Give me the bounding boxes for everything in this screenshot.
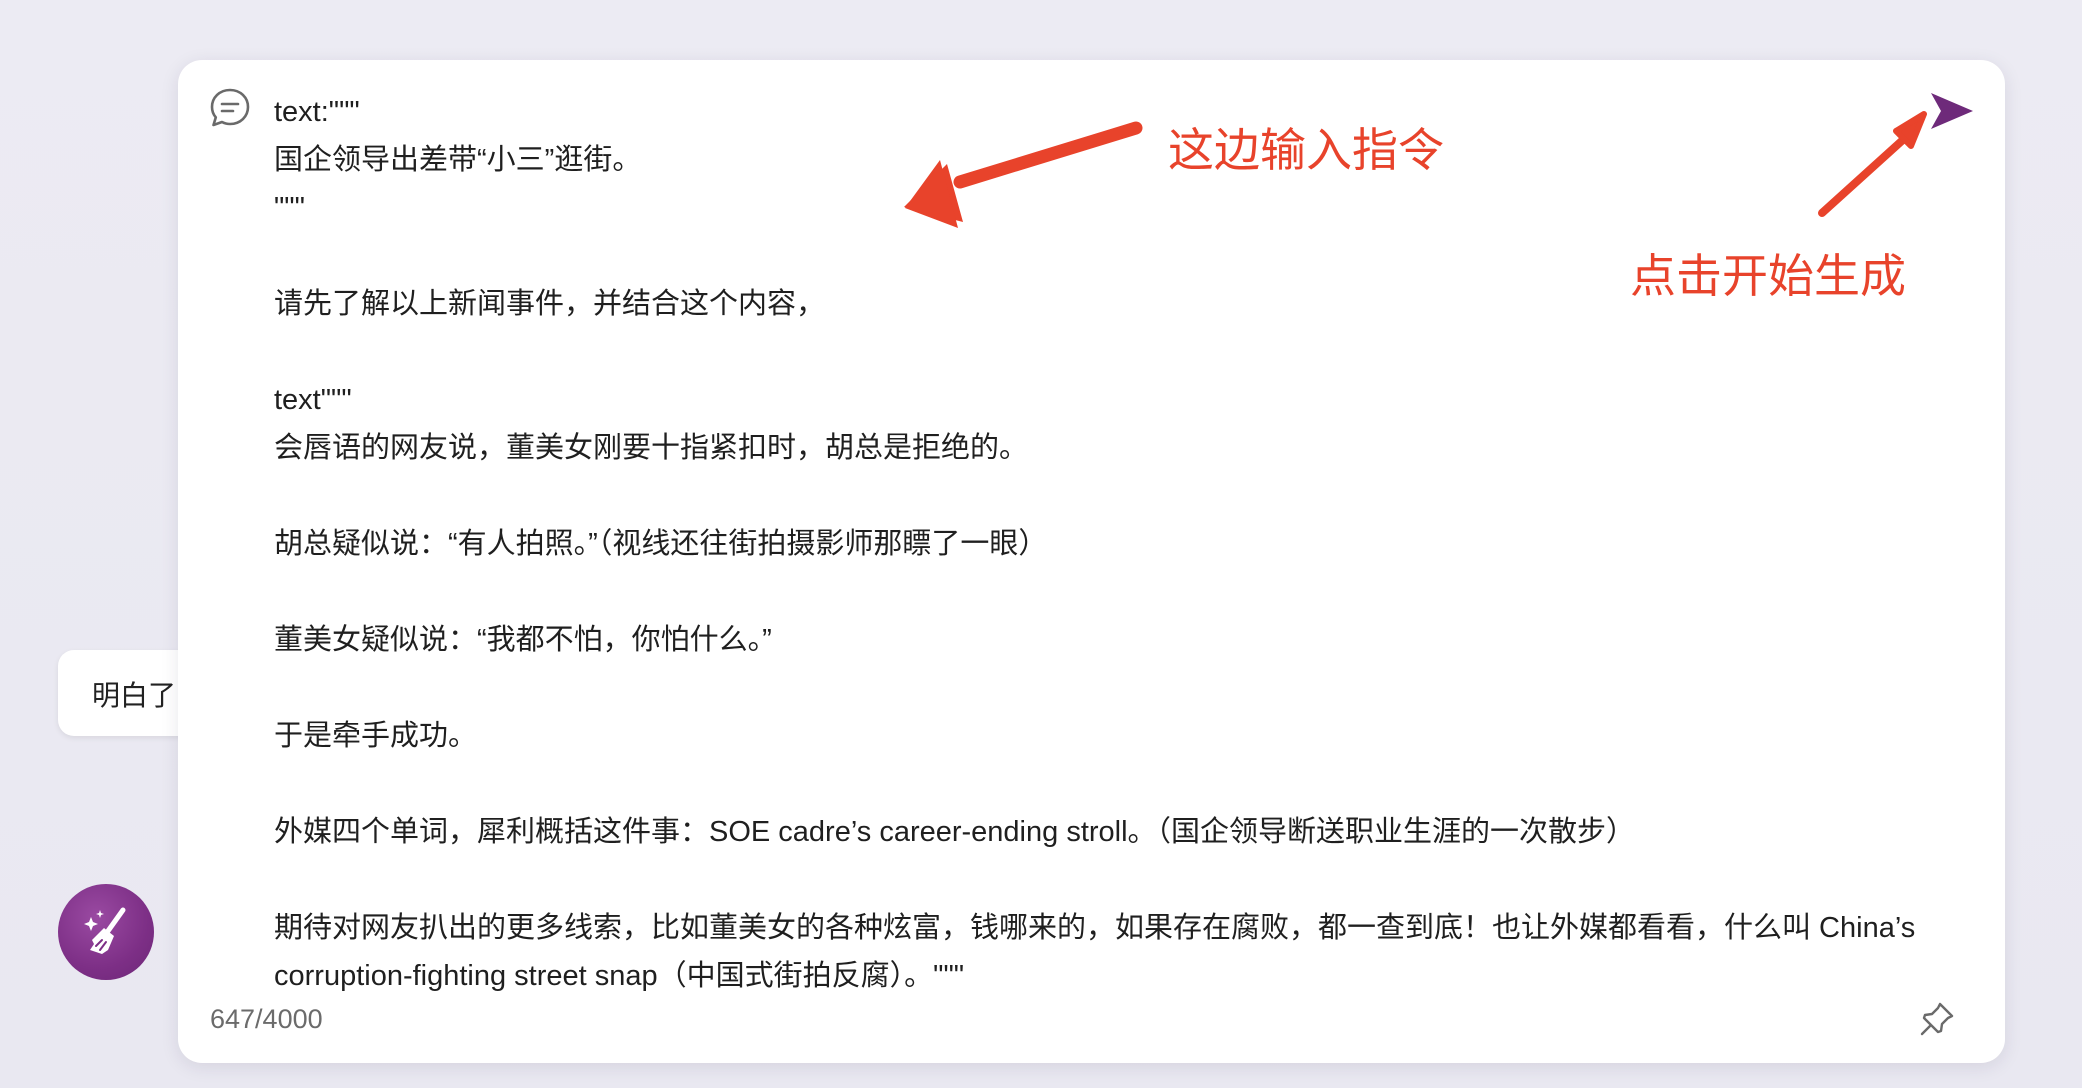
prompt-input[interactable]: text:""" 国企领导出差带“小三”逛街。 """ 请先了解以上新闻事件，并… xyxy=(274,88,1934,1000)
send-button[interactable] xyxy=(1927,86,1977,136)
pin-icon xyxy=(1920,1002,1954,1036)
input-hint-label: 这边输入指令 xyxy=(1168,123,1444,177)
broom-icon xyxy=(84,907,126,954)
character-counter: 647/4000 xyxy=(210,1004,323,1034)
chat-bubble-icon xyxy=(210,88,250,127)
send-icon xyxy=(1931,93,1973,129)
send-hint-label: 点击开始生成 xyxy=(1630,249,1906,303)
prompt-composer: text:""" 国企领导出差带“小三”逛街。 """ 请先了解以上新闻事件，并… xyxy=(178,60,2005,1063)
clear-conversation-button[interactable] xyxy=(58,884,154,980)
pin-button[interactable] xyxy=(1917,999,1957,1039)
chat-message-text: 明白了 xyxy=(92,680,177,711)
